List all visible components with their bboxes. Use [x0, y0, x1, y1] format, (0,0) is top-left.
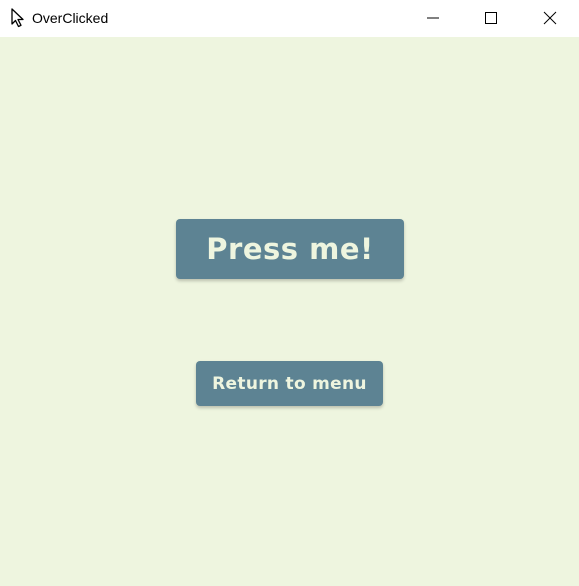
return-to-menu-button[interactable]: Return to menu — [196, 361, 383, 406]
minimize-button[interactable] — [410, 0, 456, 37]
maximize-button[interactable] — [468, 0, 514, 37]
maximize-icon — [485, 12, 497, 24]
press-me-button[interactable]: Press me! — [176, 219, 404, 279]
window-title: OverClicked — [32, 10, 109, 26]
close-button[interactable] — [527, 0, 573, 37]
minimize-icon — [427, 17, 439, 19]
app-window: OverClicked Press me! Return to menu — [0, 0, 579, 586]
game-content-area: Press me! Return to menu — [0, 37, 579, 586]
cursor-arrow-icon — [9, 8, 27, 28]
title-bar[interactable]: OverClicked — [0, 0, 579, 37]
close-icon — [543, 11, 557, 25]
